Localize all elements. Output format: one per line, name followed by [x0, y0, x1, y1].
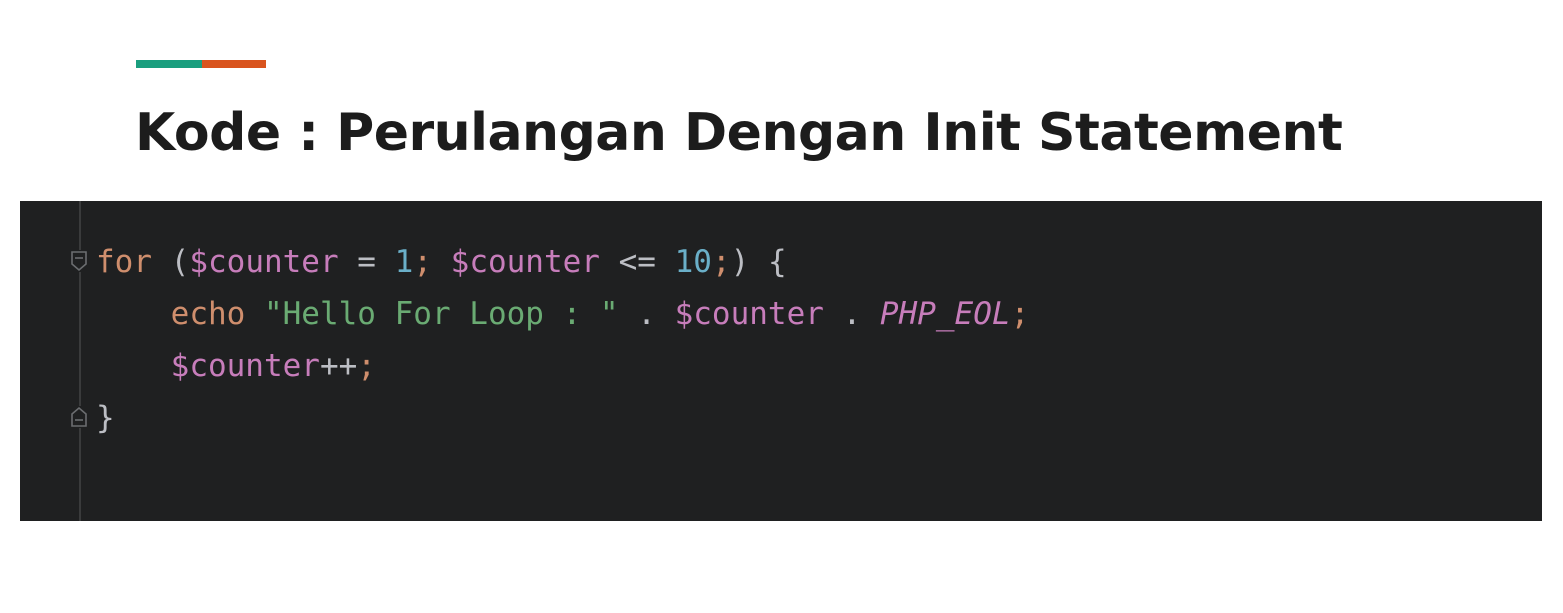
fold-close-icon[interactable]: [70, 406, 88, 428]
code-token: ;: [357, 348, 376, 384]
code-line: }: [96, 392, 1029, 444]
code-token: $counter: [450, 244, 600, 280]
code-editor-panel: for ($counter = 1; $counter <= 10;) { ec…: [20, 201, 1542, 521]
code-line: echo "Hello For Loop : " . $counter . PH…: [96, 288, 1030, 340]
code-token: $counter: [189, 244, 339, 280]
code-token: echo: [170, 296, 246, 332]
gutter-separator: [79, 201, 81, 521]
code-token: =: [338, 244, 395, 280]
code-line: for ($counter = 1; $counter <= 10;) {: [96, 236, 1029, 288]
code-token: (: [152, 244, 190, 280]
code-token: 10: [674, 244, 712, 280]
accent-bar-green-segment: [136, 60, 202, 68]
title-accent-bar: [136, 60, 266, 68]
code-token: <=: [599, 244, 675, 280]
code-token: PHP_EOL: [879, 296, 1011, 332]
code-token: ;: [711, 244, 731, 280]
code-token: ;: [413, 244, 432, 280]
code-token: .: [618, 296, 675, 332]
code-token: ) {: [730, 244, 787, 280]
code-token: }: [96, 400, 115, 436]
code-token: ++: [319, 348, 358, 384]
code-token: 1: [394, 244, 414, 280]
code-token: $counter: [170, 348, 320, 384]
slide-title: Kode : Perulangan Dengan Init Statement: [135, 103, 1343, 163]
accent-bar-orange-segment: [202, 60, 266, 68]
code-token: for: [96, 244, 152, 280]
code-token: $counter: [674, 296, 824, 332]
fold-open-icon[interactable]: [70, 250, 88, 272]
code-line: $counter++;: [96, 340, 1029, 392]
code-token: "Hello For Loop : ": [263, 296, 619, 332]
code-token: ;: [1010, 296, 1030, 332]
code-token: .: [823, 296, 880, 332]
code-block[interactable]: for ($counter = 1; $counter <= 10;) { ec…: [96, 236, 1029, 444]
